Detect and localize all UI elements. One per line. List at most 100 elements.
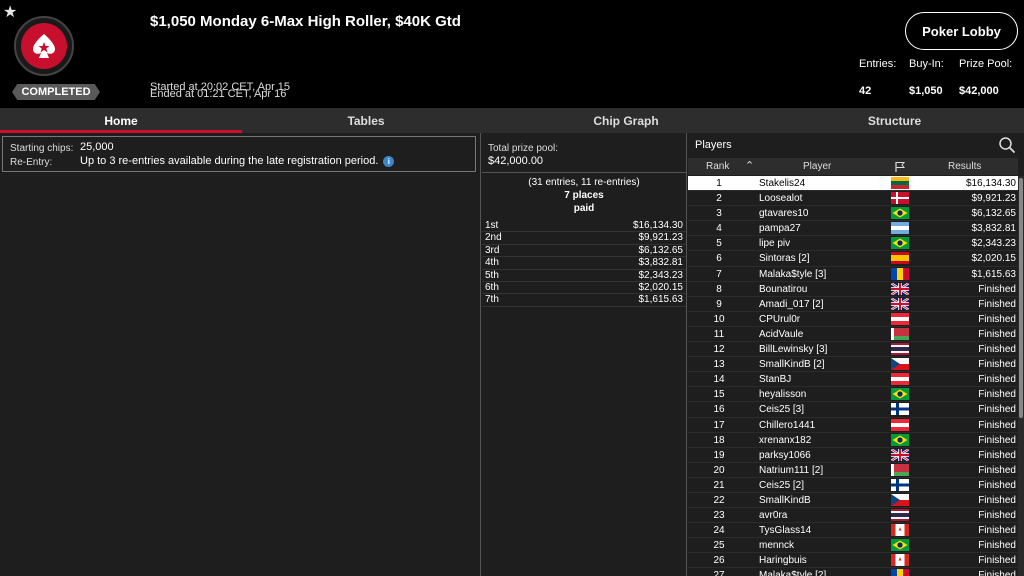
country-flag-icon (891, 539, 909, 552)
player-name: Malaka$tyle [2] (759, 570, 827, 576)
player-row[interactable]: 5 lipe piv $2,343.23 (688, 236, 1018, 252)
poker-lobby-button[interactable]: Poker Lobby (905, 12, 1018, 50)
rank-column-header[interactable]: Rank (706, 161, 729, 172)
tournament-header: ★ COMPLETED $1,050 Monday 6-Max High Rol… (0, 0, 1024, 108)
scroll-thumb[interactable] (1019, 178, 1023, 418)
player-row[interactable]: 16 Ceis25 [3] Finished (688, 402, 1018, 418)
players-header: Players (688, 133, 1024, 158)
player-row[interactable]: 13 SmallKindB [2] Finished (688, 357, 1018, 373)
player-rank: 26 (713, 555, 725, 567)
player-row[interactable]: 6 Sintoras [2] $2,020.15 (688, 251, 1018, 267)
player-name: CPUrul0r (759, 313, 801, 325)
payout-amount: $3,832.81 (638, 257, 684, 269)
tab-chip-graph[interactable]: Chip Graph (500, 108, 752, 133)
player-row[interactable]: 27 Malaka$tyle [2] Finished (688, 568, 1018, 576)
player-row[interactable]: 11 AcidVaule Finished (688, 327, 1018, 343)
tab-structure[interactable]: Structure (765, 108, 1024, 133)
player-row[interactable]: 25 mennck Finished (688, 538, 1018, 554)
player-name: StanBJ (759, 374, 792, 386)
player-result: Finished (978, 464, 1016, 476)
player-row[interactable]: 7 Malaka$tyle [3] $1,615.63 (688, 267, 1018, 282)
player-rank: 20 (713, 464, 725, 476)
favorite-star-icon[interactable]: ★ (3, 2, 17, 22)
status-badge: COMPLETED (12, 84, 100, 100)
player-row[interactable]: 20 Natrium111 [2] Finished (688, 463, 1018, 478)
country-flag-icon (891, 478, 909, 491)
country-flag-icon (891, 327, 909, 340)
player-row[interactable]: 1 Stakelis24 $16,134.30 (688, 176, 1018, 192)
starting-chips-value: 25,000 (80, 141, 114, 153)
entries-label: Entries: (859, 58, 897, 70)
player-name: Amadi_017 [2] (759, 298, 824, 310)
player-rank: 27 (713, 570, 725, 576)
country-flag-icon (891, 177, 909, 189)
paid-line: paid (573, 203, 595, 214)
panel-divider (686, 133, 687, 576)
player-row[interactable]: 18 xrenanx182 Finished (688, 433, 1018, 448)
player-rank: 22 (713, 494, 725, 506)
player-row[interactable]: 10 CPUrul0r Finished (688, 312, 1018, 327)
player-row[interactable]: 4 pampa27 $3,832.81 (688, 221, 1018, 237)
player-row[interactable]: 17 Chillero1441 Finished (688, 418, 1018, 433)
payout-place: 5th (485, 269, 499, 281)
players-title: Players (695, 139, 732, 151)
player-name: Sintoras [2] (759, 253, 810, 265)
country-flag-icon (891, 343, 909, 356)
payout-row: 4th $3,832.81 (482, 257, 686, 270)
player-result: Finished (978, 283, 1016, 295)
player-row[interactable]: 19 parksy1066 Finished (688, 447, 1018, 463)
payout-row: 2nd $9,921.23 (482, 232, 686, 245)
players-table-header: Rank ⌃ Player Results (688, 158, 1018, 175)
country-flag-icon (891, 403, 909, 416)
prizepool-value: $42,000 (959, 85, 999, 97)
player-result: Finished (978, 570, 1016, 576)
prize-pool-label: Total prize pool: (488, 143, 559, 154)
country-flag-icon (891, 312, 909, 325)
player-name: Ceis25 [2] (759, 479, 805, 491)
player-column-header[interactable]: Player (803, 161, 831, 172)
payout-row: 5th $2,343.23 (482, 270, 686, 282)
country-flag-icon (891, 222, 909, 235)
player-rank: 13 (713, 359, 725, 371)
player-row[interactable]: 3 gtavares10 $6,132.65 (688, 206, 1018, 222)
player-result: Finished (978, 298, 1016, 310)
player-row[interactable]: 12 BillLewinsky [3] Finished (688, 342, 1018, 358)
player-row[interactable]: 15 heyalisson Finished (688, 387, 1018, 403)
player-result: Finished (978, 419, 1016, 431)
flag-column-icon[interactable] (894, 161, 906, 173)
sort-up-icon[interactable]: ⌃ (745, 159, 754, 172)
results-column-header[interactable]: Results (948, 161, 981, 172)
player-row[interactable]: 8 Bounatirou Finished (688, 281, 1018, 297)
payout-row: 1st $16,134.30 (482, 220, 686, 233)
player-row[interactable]: 2 Loosealot $9,921.23 (688, 191, 1018, 207)
player-row[interactable]: 9 Amadi_017 [2] Finished (688, 296, 1018, 312)
player-result: Finished (978, 555, 1016, 567)
search-icon[interactable] (998, 136, 1016, 154)
country-flag-icon (891, 569, 909, 576)
tab-tables[interactable]: Tables (242, 108, 490, 133)
country-flag-icon (891, 237, 909, 250)
player-rank: 6 (716, 253, 722, 265)
player-result: Finished (978, 510, 1016, 522)
player-row[interactable]: 22 SmallKindB Finished (688, 493, 1018, 509)
player-row[interactable]: 23 avr0ra Finished (688, 508, 1018, 524)
player-row[interactable]: 24 TysGlass14 Finished (688, 523, 1018, 539)
player-result: Finished (978, 479, 1016, 491)
player-rank: 18 (713, 434, 725, 446)
payout-place: 2nd (485, 232, 502, 244)
payout-amount: $9,921.23 (638, 232, 684, 244)
payout-amount: $1,615.63 (638, 294, 684, 306)
country-flag-icon (891, 509, 909, 522)
info-icon[interactable]: i (383, 155, 395, 167)
payout-place: 7th (485, 294, 499, 306)
player-row[interactable]: 14 StanBJ Finished (688, 372, 1018, 388)
player-rank: 11 (713, 328, 725, 340)
players-scrollbar[interactable] (1018, 176, 1024, 576)
player-rank: 7 (716, 268, 722, 280)
player-row[interactable]: 26 Haringbuis Finished (688, 553, 1018, 569)
player-rank: 16 (713, 404, 725, 416)
buyin-label: Buy-In: (909, 58, 944, 70)
player-row[interactable]: 21 Ceis25 [2] Finished (688, 478, 1018, 493)
pokerstars-logo (14, 16, 74, 76)
prize-pool-total: $42,000.00 (488, 155, 544, 167)
